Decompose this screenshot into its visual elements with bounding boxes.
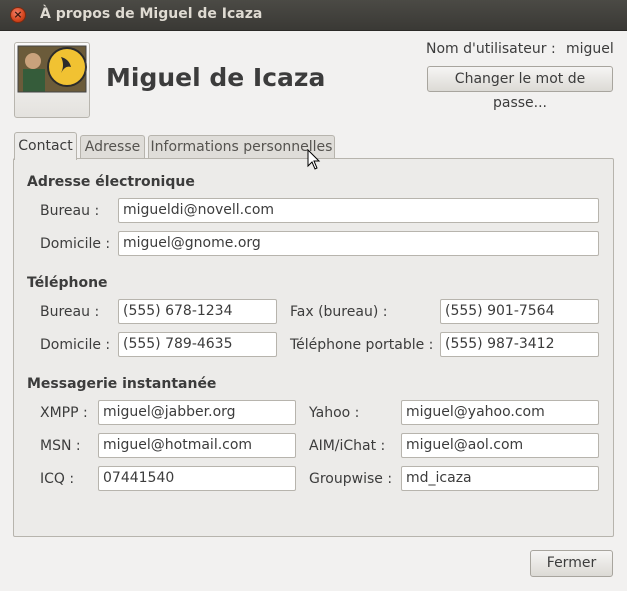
tab-address[interactable]: Adresse [80, 135, 145, 159]
im-xmpp-field[interactable]: miguel@jabber.org [98, 400, 296, 425]
im-msn-field[interactable]: miguel@hotmail.com [98, 433, 296, 458]
email-home-field[interactable]: miguel@gnome.org [118, 231, 599, 256]
contact-name: Miguel de Icaza [106, 63, 326, 92]
email-work-field[interactable]: migueldi@novell.com [118, 198, 599, 223]
phone-fax-field[interactable]: (555) 901-7564 [440, 299, 599, 324]
phone-mobile-field[interactable]: (555) 987-3412 [440, 332, 599, 357]
phone-fax-label: Fax (bureau) : [290, 304, 388, 320]
im-aim-label: AIM/iChat : [309, 438, 386, 454]
im-xmpp-label: XMPP : [40, 405, 88, 421]
username-value: miguel [566, 41, 614, 57]
email-heading: Adresse électronique [27, 174, 195, 190]
change-password-button[interactable]: Changer le mot de passe... [427, 66, 613, 111]
phone-work-field[interactable]: (555) 678-1234 [118, 299, 277, 324]
tab-contact[interactable]: Contact [14, 132, 77, 160]
phone-home-field[interactable]: (555) 789-4635 [118, 332, 277, 357]
dialog-content: Miguel de Icaza Nom d'utilisateur : migu… [0, 31, 627, 591]
email-home-label: Domicile : [40, 236, 111, 252]
window-close-button[interactable]: × [10, 7, 26, 23]
im-aim-field[interactable]: miguel@aol.com [401, 433, 599, 458]
phone-home-label: Domicile : [40, 337, 111, 353]
phone-heading: Téléphone [27, 275, 108, 291]
mouse-pointer-icon [307, 149, 321, 170]
email-work-label: Bureau : [40, 203, 100, 219]
title-bar: × À propos de Miguel de Icaza [0, 0, 627, 31]
user-photo [17, 45, 87, 93]
im-yahoo-field[interactable]: miguel@yahoo.com [401, 400, 599, 425]
im-groupwise-label: Groupwise : [309, 471, 393, 487]
im-groupwise-field[interactable]: md_icaza [401, 466, 599, 491]
im-yahoo-label: Yahoo : [309, 405, 360, 421]
user-photo-button[interactable] [14, 42, 90, 118]
window-title: À propos de Miguel de Icaza [40, 6, 263, 22]
username-label: Nom d'utilisateur : [426, 41, 556, 57]
phone-work-label: Bureau : [40, 304, 100, 320]
im-icq-label: ICQ : [40, 471, 75, 487]
close-dialog-button[interactable]: Fermer [530, 550, 613, 577]
im-heading: Messagerie instantanée [27, 376, 217, 392]
im-msn-label: MSN : [40, 438, 81, 454]
im-icq-field[interactable]: 07441540 [98, 466, 296, 491]
phone-mobile-label: Téléphone portable : [290, 337, 434, 353]
